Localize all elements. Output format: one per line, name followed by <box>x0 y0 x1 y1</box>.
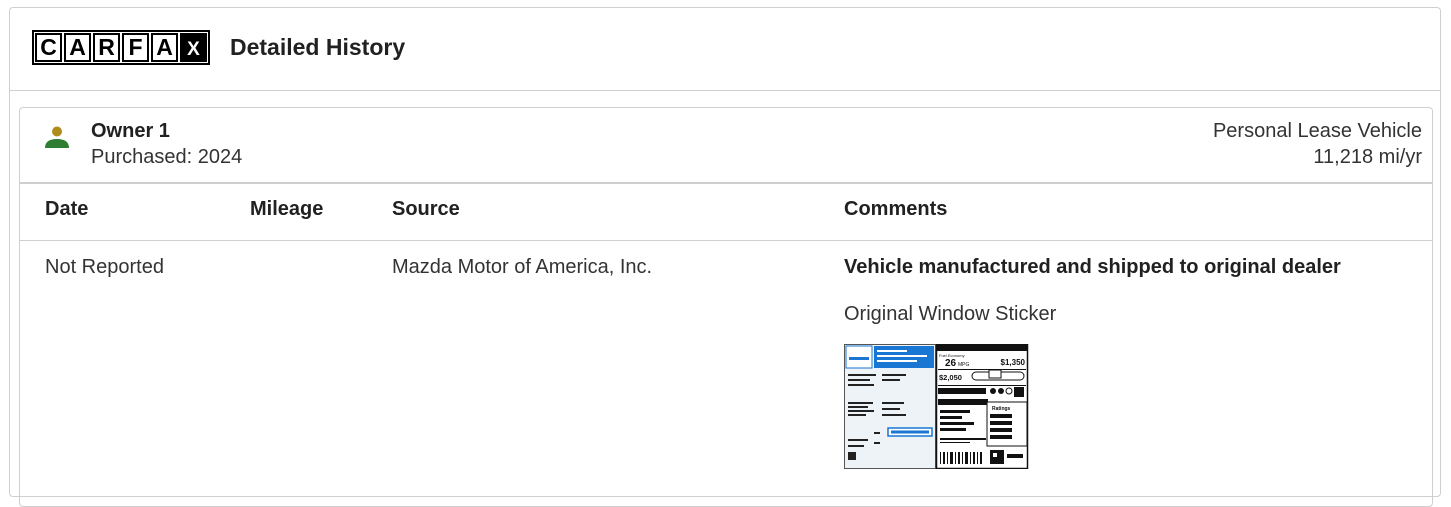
logo-letter: F <box>122 33 149 62</box>
row-comment-title: Vehicle manufactured and shipped to orig… <box>844 256 1341 278</box>
owner-name: Owner 1 <box>91 120 170 142</box>
detailed-history-panel: C A R F A X Detailed History Owner 1 Pur… <box>9 7 1441 507</box>
sticker-ratings: Ratings <box>992 406 1011 412</box>
sticker-mpg-unit: MPG <box>958 362 970 368</box>
column-comments: Comments <box>844 198 948 220</box>
page-title: Detailed History <box>230 34 406 60</box>
logo-letter: C <box>35 33 62 62</box>
logo-letter: A <box>151 33 178 62</box>
owner-purchased: Purchased: 2024 <box>91 146 243 168</box>
owner-type: Personal Lease Vehicle <box>1212 120 1422 142</box>
sticker-mpg: 26 <box>945 358 957 369</box>
owner-person-icon <box>45 126 69 148</box>
column-source: Source <box>392 198 460 220</box>
sticker-fuel-cost: $2,050 <box>939 373 962 382</box>
panel-header: C A R F A X Detailed History <box>10 8 1440 91</box>
row-source: Mazda Motor of America, Inc. <box>392 256 653 278</box>
row-date: Not Reported <box>45 256 164 278</box>
owner-header: Owner 1 Purchased: 2024 Personal Lease V… <box>20 108 1432 184</box>
window-sticker-link[interactable]: Original Window Sticker <box>844 303 1056 326</box>
window-sticker-thumbnail[interactable]: Fuel Economy 26 MPG $1,350 $2,050 Rating… <box>844 344 1029 469</box>
history-table-header: Date Mileage Source Comments <box>20 182 1432 241</box>
carfax-logo: C A R F A X <box>32 30 210 65</box>
logo-letter: X <box>180 33 207 62</box>
owner-miles-per-year: 11,218 mi/yr <box>1313 146 1422 168</box>
logo-letter: R <box>93 33 120 62</box>
column-date: Date <box>45 198 89 220</box>
column-mileage: Mileage <box>250 198 324 220</box>
logo-letter: A <box>64 33 91 62</box>
sticker-save: $1,350 <box>1001 358 1026 367</box>
owner-card: Owner 1 Purchased: 2024 Personal Lease V… <box>19 107 1433 507</box>
